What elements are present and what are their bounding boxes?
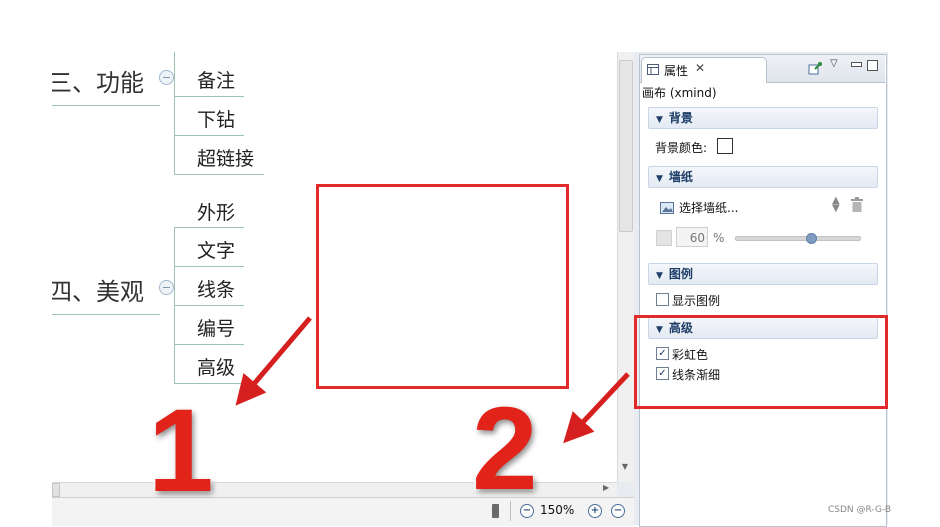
annotation-arrows [235, 316, 630, 444]
annotation-number-2: 2 [470, 383, 540, 515]
annotation-number-1: 1 [146, 385, 216, 517]
arrow-1 [235, 316, 312, 406]
arrow-2 [563, 372, 630, 444]
watermark: CSDN @R-G-B [828, 505, 892, 515]
